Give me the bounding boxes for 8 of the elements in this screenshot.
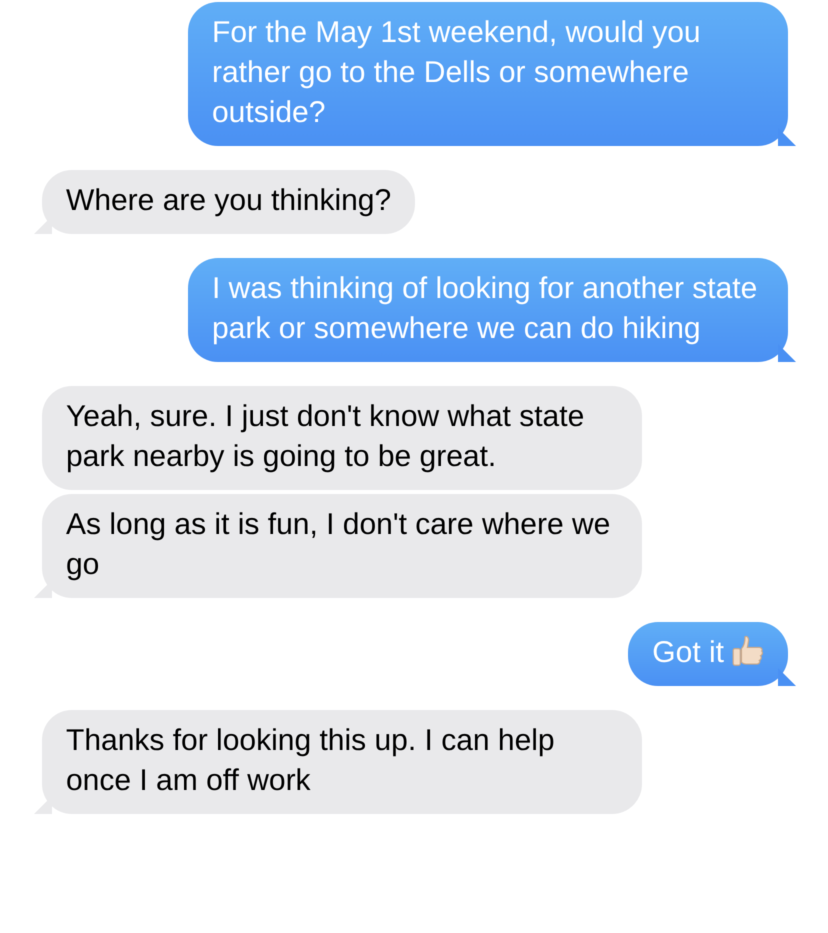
message-bubble: Where are you thinking? xyxy=(42,170,416,234)
message-bubble: Yeah, sure. I just don't know what state park nearby is going to be great. xyxy=(42,386,642,490)
message-bubble: I was thinking of looking for another state park or somewhere we can do hiking xyxy=(188,258,788,362)
thumbs-up-icon xyxy=(732,635,764,667)
message-bubble: For the May 1st weekend, would you rather go to the Dells or somewhere outside? xyxy=(188,2,788,146)
message-bubble: Got it xyxy=(628,622,788,686)
message-bubble: Thanks for looking this up. I can help once I am off work xyxy=(42,710,642,814)
message-bubble: As long as it is fun, I don't care where we go xyxy=(42,494,642,598)
